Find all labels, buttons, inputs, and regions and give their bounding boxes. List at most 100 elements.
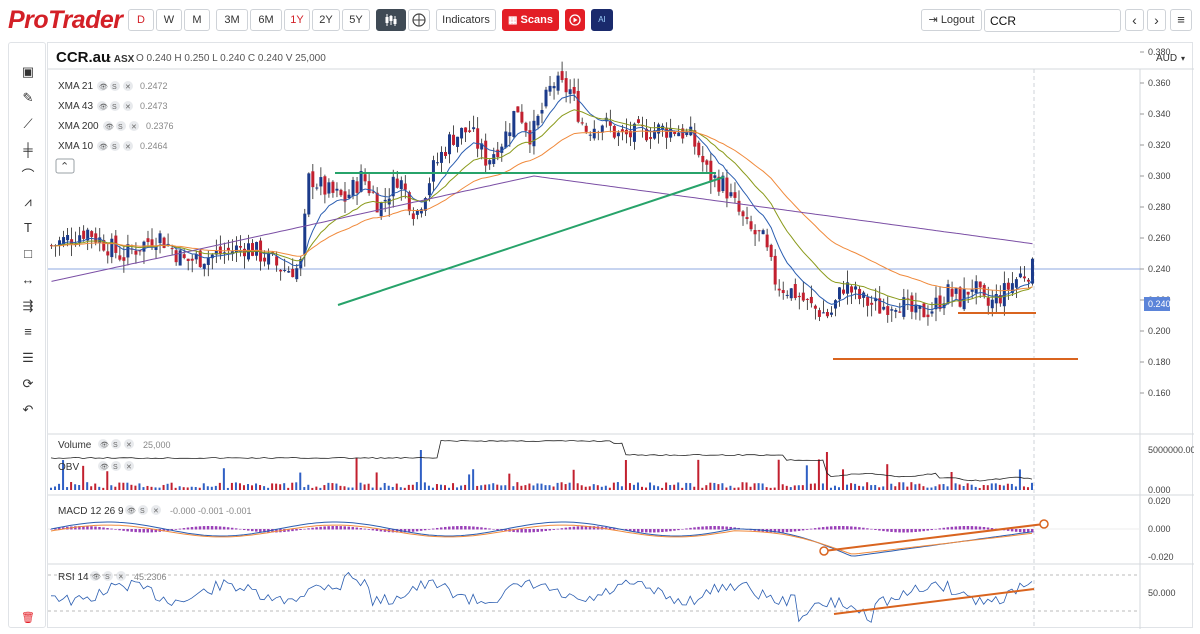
series-settings-icon[interactable]: S <box>113 464 118 471</box>
symbol-search-input[interactable] <box>984 9 1121 32</box>
logout-button[interactable]: ⇥ Logout <box>921 9 982 31</box>
volume-bar <box>363 484 366 490</box>
series-settings-icon[interactable]: S <box>140 508 145 515</box>
series-settings-icon[interactable]: S <box>112 104 117 111</box>
candle-body <box>970 289 974 292</box>
remove-series-icon[interactable]: ✕ <box>125 84 131 91</box>
scans-button[interactable]: ▦ Scans <box>502 9 559 31</box>
eye-icon[interactable]: 👁 <box>92 573 101 581</box>
volume-bar <box>242 485 245 490</box>
macd-tick-label: 0.020 <box>1148 496 1171 506</box>
ruler-icon[interactable]: ✎ <box>19 89 37 107</box>
text-icon[interactable]: T <box>19 219 37 237</box>
rectangle-icon[interactable]: □ <box>19 245 37 263</box>
macd-histogram-bar <box>411 529 415 532</box>
record-button[interactable] <box>565 9 585 31</box>
macd-histogram-bar <box>910 529 913 533</box>
rsi-label: RSI 14 <box>58 572 89 583</box>
range-3m-button[interactable]: 3M <box>216 9 248 31</box>
chart-canvas[interactable]: CCR.au : ASX O 0.240 H 0.250 L 0.240 C 0… <box>48 43 1196 629</box>
undo-icon[interactable]: ↶ <box>19 401 37 419</box>
macd-divergence-trendline[interactable] <box>823 523 1045 552</box>
levels-icon[interactable]: ☰ <box>19 349 37 367</box>
candle-body <box>781 290 785 294</box>
next-symbol-button[interactable]: › <box>1147 9 1166 31</box>
volume-bar <box>154 487 157 490</box>
remove-series-icon[interactable]: ✕ <box>125 104 131 111</box>
trendline-icon[interactable]: ⟋ <box>19 115 37 133</box>
volume-bar <box>524 485 527 490</box>
macd-histogram-bar <box>102 527 105 530</box>
candlestick-series <box>50 61 1034 326</box>
magnet-icon[interactable]: ⟳ <box>19 375 37 393</box>
series-settings-icon[interactable]: S <box>112 84 117 91</box>
channel-icon[interactable]: ⇶ <box>19 297 37 315</box>
remove-series-icon[interactable]: ✕ <box>153 508 159 515</box>
range-2y-button[interactable]: 2Y <box>312 9 340 31</box>
candle-body <box>327 182 331 194</box>
prev-symbol-button[interactable]: ‹ <box>1125 9 1144 31</box>
interval-monthly-button[interactable]: M <box>184 9 210 31</box>
eye-icon[interactable]: 👁 <box>105 123 114 131</box>
remove-series-icon[interactable]: ✕ <box>131 124 137 131</box>
candle <box>464 127 468 143</box>
chart-type-icon[interactable]: ▣ <box>19 63 37 81</box>
trendline-handle[interactable] <box>1039 519 1049 529</box>
trash-icon[interactable]: 🗑 <box>19 609 37 627</box>
macd-histogram-bar <box>435 527 439 530</box>
volume-bar <box>797 485 800 490</box>
macd-histogram-bar <box>359 528 363 530</box>
candle-body <box>444 152 447 156</box>
interval-weekly-button[interactable]: W <box>156 9 182 31</box>
candle-body <box>82 230 86 239</box>
volume-bar <box>247 484 249 490</box>
eye-icon[interactable]: 👁 <box>100 441 109 449</box>
trendlines[interactable] <box>335 172 1078 360</box>
chart-style-button[interactable] <box>376 9 406 31</box>
pattern-icon[interactable]: ⩘ <box>19 193 37 211</box>
range-1y-button[interactable]: 1Y <box>284 9 310 31</box>
horizontal-line-icon[interactable]: ╪ <box>19 141 37 159</box>
interval-daily-button[interactable]: D <box>128 9 154 31</box>
legend-value-0: 0.2472 <box>140 81 168 91</box>
eye-icon[interactable]: 👁 <box>99 103 108 111</box>
gann-icon[interactable]: ≡ <box>19 323 37 341</box>
volume-bar <box>874 484 877 490</box>
series-settings-icon[interactable]: S <box>118 124 123 131</box>
indicators-button[interactable]: Indicators <box>436 9 496 31</box>
protrader-logo[interactable]: ProTrader <box>8 6 123 35</box>
obv-line <box>50 439 1033 482</box>
arrow-line-icon[interactable]: ↔ <box>19 271 37 289</box>
remove-series-icon[interactable]: ✕ <box>126 442 132 449</box>
volume-bar <box>536 483 539 490</box>
range-6m-button[interactable]: 6M <box>250 9 282 31</box>
series-settings-icon[interactable]: S <box>112 144 117 151</box>
support-trendline[interactable] <box>337 176 725 306</box>
candle-body <box>805 298 809 300</box>
remove-series-icon[interactable]: ✕ <box>125 144 131 151</box>
volume-bar <box>552 486 555 490</box>
candle <box>472 115 476 132</box>
volume-bar <box>58 483 61 490</box>
candle-body <box>910 295 914 312</box>
series-settings-icon[interactable]: S <box>113 442 118 449</box>
macd-histogram-bar <box>636 529 640 532</box>
eye-icon[interactable]: 👁 <box>99 143 108 151</box>
fibonacci-icon[interactable]: ⌒ <box>19 167 37 185</box>
candle-body <box>850 286 854 293</box>
eye-icon[interactable]: 👁 <box>100 463 109 471</box>
ai-assistant-button[interactable]: AI <box>591 9 613 31</box>
range-5y-button[interactable]: 5Y <box>342 9 370 31</box>
trendline-handle[interactable] <box>819 546 829 556</box>
macd-histogram-bar <box>709 526 712 530</box>
remove-series-icon[interactable]: ✕ <box>126 464 132 471</box>
macd-histogram-bar <box>894 529 897 533</box>
currency-chevron-icon[interactable]: ▾ <box>1181 54 1185 63</box>
candle-body <box>560 71 564 80</box>
legend-name-0: XMA 21 <box>58 81 93 92</box>
menu-button[interactable]: ≡ <box>1170 9 1192 31</box>
candle-body <box>986 297 990 306</box>
layout-grid-button[interactable] <box>408 9 430 31</box>
eye-icon[interactable]: 👁 <box>127 507 136 515</box>
eye-icon[interactable]: 👁 <box>99 83 108 91</box>
